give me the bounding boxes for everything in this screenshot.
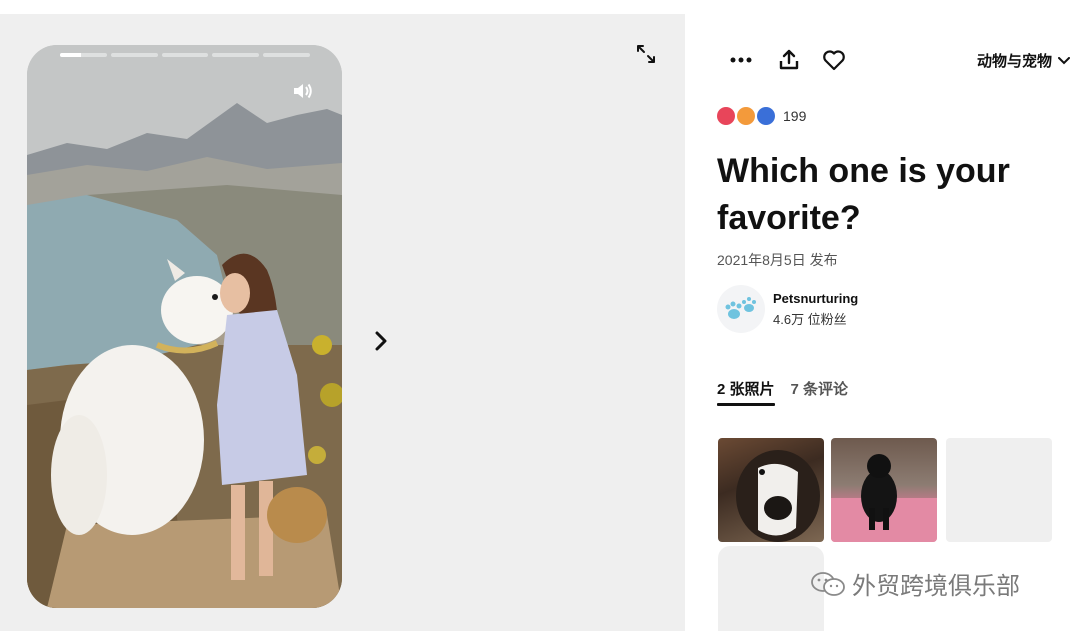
- like-button[interactable]: [820, 46, 848, 74]
- creator-name[interactable]: Petsnurturing: [773, 291, 858, 306]
- wow-reaction-icon: [737, 107, 755, 125]
- watermark: 外贸跨境俱乐部: [810, 566, 1020, 601]
- expand-button[interactable]: [635, 43, 657, 65]
- chevron-down-icon: [1058, 56, 1070, 64]
- pin-details-pane: 动物与宠物 199 Which one is your favorite? 20…: [685, 14, 1080, 631]
- more-options-button[interactable]: [727, 46, 755, 74]
- next-story-button[interactable]: [370, 328, 392, 354]
- content-tabs: 2 张照片 7 条评论: [717, 376, 848, 406]
- reactions-summary[interactable]: 199: [717, 106, 806, 126]
- story-viewer-pane: [0, 14, 685, 631]
- category-label: 动物与宠物: [976, 53, 1052, 70]
- story-photo: [27, 45, 342, 608]
- progress-segment: [110, 53, 158, 57]
- category-dropdown[interactable]: 动物与宠物: [977, 50, 1070, 71]
- page: 动物与宠物 199 Which one is your favorite? 20…: [0, 0, 1080, 631]
- wechat-icon: [811, 571, 845, 596]
- photo-thumbnail[interactable]: [718, 438, 824, 542]
- tab-photos[interactable]: 2 张照片: [717, 376, 775, 406]
- creator-info: Petsnurturing 4.6万 位粉丝: [773, 291, 858, 328]
- progress-segment: [60, 53, 107, 57]
- photo-thumbnail-placeholder[interactable]: [718, 546, 824, 631]
- pin-title: Which one is your favorite?: [717, 152, 1010, 237]
- progress-segment: [212, 53, 260, 57]
- watermark-text: 外贸跨境俱乐部: [852, 573, 1020, 600]
- expand-icon: [637, 45, 655, 63]
- story-card[interactable]: [27, 45, 342, 608]
- more-dots-icon: [730, 57, 752, 63]
- story-progress: [60, 53, 310, 57]
- reaction-count: 199: [783, 108, 807, 124]
- photo-thumbnail[interactable]: [831, 438, 937, 542]
- haha-reaction-icon: [757, 107, 775, 125]
- progress-segment: [263, 53, 310, 57]
- creator-followers: 4.6万 位粉丝: [773, 311, 847, 327]
- paw-icon: [725, 297, 756, 319]
- publish-date: 2021年8月5日 发布: [717, 252, 838, 268]
- share-icon: [779, 49, 799, 70]
- volume-icon[interactable]: [292, 81, 314, 101]
- progress-segment: [161, 53, 209, 57]
- tab-comments[interactable]: 7 条评论: [791, 376, 849, 406]
- progress-fill: [60, 53, 82, 57]
- love-reaction-icon: [717, 107, 735, 125]
- photo-thumbnail-placeholder[interactable]: [946, 438, 1052, 542]
- top-strip: [0, 0, 1080, 14]
- avatar[interactable]: [717, 285, 765, 333]
- heart-icon: [823, 50, 845, 71]
- share-button[interactable]: [775, 46, 803, 74]
- creator-profile[interactable]: Petsnurturing 4.6万 位粉丝: [717, 284, 858, 334]
- pin-toolbar: 动物与宠物: [685, 46, 1080, 76]
- chevron-right-icon: [375, 331, 387, 351]
